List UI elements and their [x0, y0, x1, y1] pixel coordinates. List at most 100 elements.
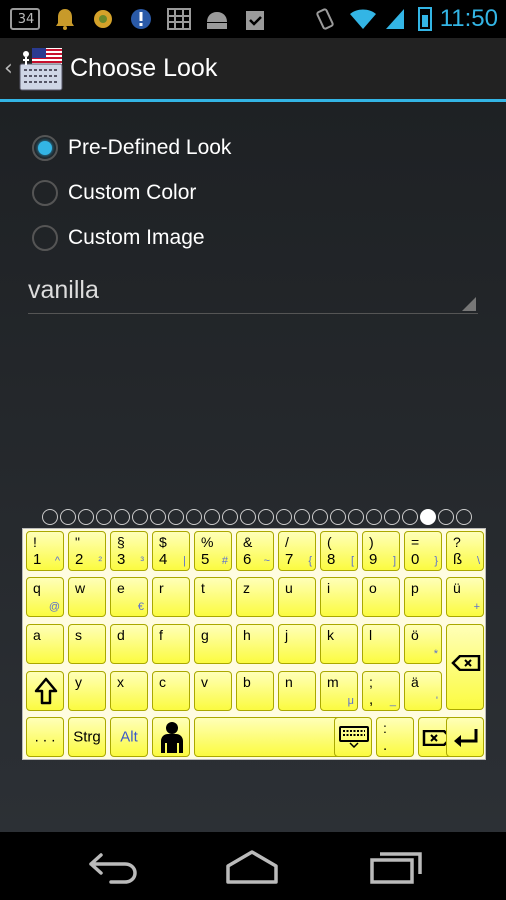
shift-key[interactable] [26, 671, 64, 711]
key-9[interactable]: ) 9] [362, 531, 400, 571]
clock: 11:50 [439, 5, 498, 32]
key-y[interactable]: y [68, 671, 106, 711]
colon-key[interactable]: :. [376, 717, 414, 757]
key-8[interactable]: (8 [ [320, 531, 358, 571]
page-indicator[interactable] [42, 509, 472, 527]
radio-button[interactable] [32, 180, 58, 206]
key-2[interactable]: " 2 ² [68, 531, 106, 571]
page-dot[interactable] [42, 509, 58, 525]
page-dot[interactable] [330, 509, 346, 525]
radio-custom-color[interactable]: Custom Color [32, 173, 196, 213]
key-ß[interactable]: ? ß \ [446, 531, 484, 571]
key-1[interactable]: ! 1 ^ [26, 531, 64, 571]
key-7[interactable]: /7 { [278, 531, 316, 571]
page-dot[interactable] [420, 509, 436, 525]
page-dot[interactable] [366, 509, 382, 525]
backspace-key[interactable] [446, 624, 484, 710]
backspace-icon [451, 655, 481, 671]
key-main-label: c [159, 674, 166, 690]
more-symbols-key[interactable]: . . . [26, 717, 64, 757]
up-caret-icon[interactable]: ‹ [4, 56, 16, 81]
radio-button-checked[interactable] [32, 135, 58, 161]
key-ä[interactable]: ä ' [404, 671, 442, 711]
key-d[interactable]: d [110, 624, 148, 664]
key-alt-label: ' [435, 695, 438, 707]
key-ö[interactable]: ö * [404, 624, 442, 664]
radio-button[interactable] [32, 225, 58, 251]
back-icon[interactable] [83, 844, 143, 888]
key-b[interactable]: b [236, 671, 274, 711]
key-j[interactable]: j [278, 624, 316, 664]
page-dot[interactable] [168, 509, 184, 525]
key-;[interactable]: ;, _ [362, 671, 400, 711]
recent-apps-icon[interactable] [366, 844, 426, 888]
keyboard-hide-key[interactable] [334, 717, 372, 757]
key-s[interactable]: s [68, 624, 106, 664]
key-h[interactable]: h [236, 624, 274, 664]
key-r[interactable]: r [152, 577, 190, 617]
page-dot[interactable] [78, 509, 94, 525]
key-w[interactable]: w [68, 577, 106, 617]
key-k[interactable]: k [320, 624, 358, 664]
home-icon[interactable] [222, 844, 282, 888]
radio-pre-defined-look[interactable]: Pre-Defined Look [32, 128, 231, 168]
page-dot[interactable] [312, 509, 328, 525]
enter-key[interactable] [446, 717, 484, 757]
key-l[interactable]: l [362, 624, 400, 664]
page-dot[interactable] [114, 509, 130, 525]
key-main-label: k [327, 627, 334, 643]
page-dot[interactable] [258, 509, 274, 525]
key-v[interactable]: v [194, 671, 232, 711]
page-dot[interactable] [438, 509, 454, 525]
key-o[interactable]: o [362, 577, 400, 617]
key-u[interactable]: u [278, 577, 316, 617]
key-q[interactable]: q @ [26, 577, 64, 617]
keyboard-preview[interactable]: ! 1 ^ " 2 ² § 3 ³ $4 |% 5 # & 6 ~/7{(8[) 9] = 0}? ß \ q @ w e € r t… [22, 528, 486, 760]
key-p[interactable]: p [404, 577, 442, 617]
key-t[interactable]: t [194, 577, 232, 617]
key-3[interactable]: § 3 ³ [110, 531, 148, 571]
key-main-label: a [33, 627, 41, 643]
ctrl-key[interactable]: Strg [68, 717, 106, 757]
key-top-label: § [117, 534, 125, 550]
page-dot[interactable] [150, 509, 166, 525]
key-f[interactable]: f [152, 624, 190, 664]
page-dot[interactable] [456, 509, 472, 525]
page-dot[interactable] [240, 509, 256, 525]
keyboard-flag-icon[interactable] [18, 46, 64, 92]
key-n[interactable]: n [278, 671, 316, 711]
key-alt-label: { [308, 555, 312, 567]
key-i[interactable]: i [320, 577, 358, 617]
page-dot[interactable] [384, 509, 400, 525]
key-5[interactable]: % 5 # [194, 531, 232, 571]
page-dot[interactable] [222, 509, 238, 525]
page-dot[interactable] [276, 509, 292, 525]
key-a[interactable]: a [26, 624, 64, 664]
clipboard-check-icon [240, 4, 270, 34]
page-dot[interactable] [186, 509, 202, 525]
key-z[interactable]: z [236, 577, 274, 617]
key-c[interactable]: c [152, 671, 190, 711]
key-ü[interactable]: ü + [446, 577, 484, 617]
radio-custom-image[interactable]: Custom Image [32, 218, 205, 258]
alt-key[interactable]: Alt [110, 717, 148, 757]
key-e[interactable]: e € [110, 577, 148, 617]
key-m[interactable]: mμ [320, 671, 358, 711]
page-dot[interactable] [96, 509, 112, 525]
look-spinner[interactable]: vanilla [28, 270, 478, 314]
key-x[interactable]: x [110, 671, 148, 711]
page-dot[interactable] [402, 509, 418, 525]
page-dot[interactable] [60, 509, 76, 525]
page-dot[interactable] [294, 509, 310, 525]
user-key[interactable] [152, 717, 190, 757]
key-g[interactable]: g [194, 624, 232, 664]
page-dot[interactable] [204, 509, 220, 525]
key-main-label: 2 [75, 551, 84, 568]
key-4[interactable]: $4 | [152, 531, 190, 571]
key-main-label: ß [453, 551, 463, 568]
page-dot[interactable] [132, 509, 148, 525]
key-main-label: 3 [117, 551, 126, 568]
page-dot[interactable] [348, 509, 364, 525]
key-0[interactable]: = 0} [404, 531, 442, 571]
key-6[interactable]: & 6 ~ [236, 531, 274, 571]
